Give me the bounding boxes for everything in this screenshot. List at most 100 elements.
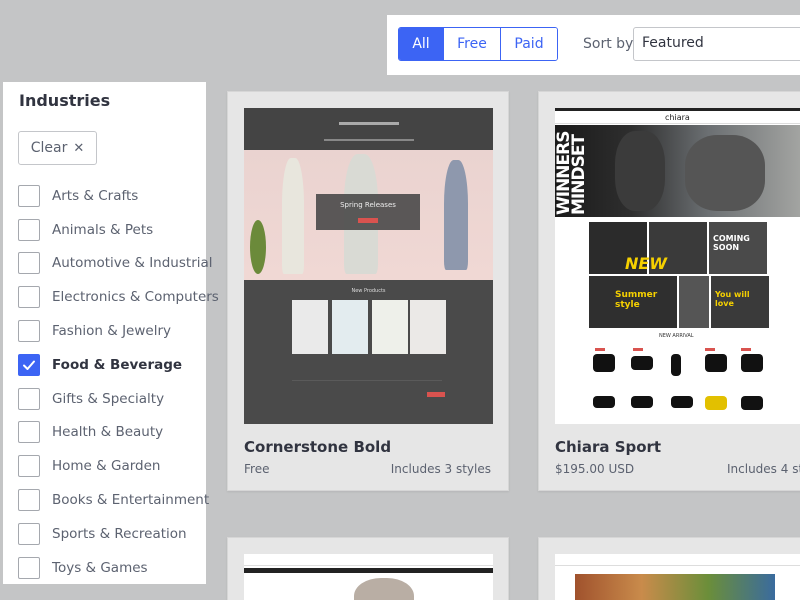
preview-section-title: NEW ARRIVAL xyxy=(659,333,694,339)
theme-card-cornerstone-bold[interactable]: Spring Releases New Products Cornerstone… xyxy=(227,91,509,491)
theme-price: $195.00 USD xyxy=(555,462,635,476)
preview-product xyxy=(593,396,615,408)
preview-hero: WINNERS MINDSET xyxy=(555,125,800,217)
preview-model-figure xyxy=(282,158,304,274)
preview-product xyxy=(741,354,763,372)
checkbox[interactable] xyxy=(18,252,40,275)
preview-tile: COMING SOON xyxy=(709,222,767,274)
filter-free-button[interactable]: Free xyxy=(444,28,501,60)
preview-product xyxy=(741,396,763,410)
industry-label: Electronics & Computers xyxy=(52,289,219,306)
theme-styles-count: Includes 3 styles xyxy=(390,462,491,476)
industry-filter-item[interactable]: Toys & Games xyxy=(18,551,219,585)
theme-card-chiara-sport[interactable]: chiara WINNERS MINDSET NEW COMING SOON S… xyxy=(538,91,800,491)
preview-logo: chiara xyxy=(665,113,690,122)
preview-header xyxy=(244,554,493,566)
clear-filters-button[interactable]: Clear ✕ xyxy=(18,131,97,165)
checkbox[interactable] xyxy=(18,522,40,545)
checkbox[interactable] xyxy=(18,556,40,579)
preview-product xyxy=(372,300,408,354)
preview-product-tag xyxy=(705,348,715,351)
preview-product xyxy=(705,396,727,410)
checkbox[interactable] xyxy=(18,353,40,376)
preview-product xyxy=(671,396,693,408)
checkbox[interactable] xyxy=(18,320,40,343)
theme-title[interactable]: Cornerstone Bold xyxy=(244,438,391,456)
preview-athlete-figure xyxy=(685,135,765,211)
industry-label: Animals & Pets xyxy=(52,221,154,238)
sidebar-title: Industries xyxy=(19,91,111,110)
filter-all-button[interactable]: All xyxy=(399,28,444,60)
checkbox[interactable] xyxy=(18,387,40,410)
filter-paid-button[interactable]: Paid xyxy=(501,28,557,60)
preview-tile: Summer style xyxy=(589,276,677,328)
industry-label: Arts & Crafts xyxy=(52,187,139,204)
industry-filter-item[interactable]: Home & Garden xyxy=(18,449,219,483)
preview-product xyxy=(631,396,653,408)
preview-nav xyxy=(244,568,493,573)
industry-filter-item[interactable]: Arts & Crafts xyxy=(18,179,219,213)
industry-label: Fashion & Jewelry xyxy=(52,323,171,340)
industry-label: Home & Garden xyxy=(52,458,161,475)
theme-styles-count: Includes 4 styles xyxy=(727,462,800,476)
industry-filter-item[interactable]: Food & Beverage xyxy=(18,348,219,382)
preview-tile-summer: Summer style xyxy=(615,290,658,310)
checkbox[interactable] xyxy=(18,455,40,478)
preview-tile-coming-soon: COMING SOON xyxy=(713,234,750,252)
theme-preview-image[interactable] xyxy=(555,554,800,600)
theme-preview-image[interactable] xyxy=(244,554,493,600)
checkbox[interactable] xyxy=(18,286,40,309)
preview-product xyxy=(705,354,727,372)
industry-list: Arts & Crafts Animals & Pets Automotive & … xyxy=(18,179,219,585)
checkbox[interactable] xyxy=(18,218,40,241)
theme-price: Free xyxy=(244,462,270,476)
theme-title[interactable]: Chiara Sport xyxy=(555,438,661,456)
preview-tile: You will love xyxy=(711,276,769,328)
checkbox[interactable] xyxy=(18,184,40,207)
sort-select[interactable]: Featured xyxy=(633,27,800,61)
industry-filter-item[interactable]: Gifts & Specialty xyxy=(18,382,219,416)
preview-model-figure xyxy=(354,578,414,600)
theme-card[interactable] xyxy=(227,537,509,600)
theme-preview-image[interactable]: chiara WINNERS MINDSET NEW COMING SOON S… xyxy=(555,108,800,424)
industry-filter-item[interactable]: Animals & Pets xyxy=(18,213,219,247)
preview-banner-button xyxy=(358,218,378,223)
preview-product xyxy=(332,300,368,354)
preview-banner: Spring Releases xyxy=(316,194,420,230)
industry-label: Gifts & Specialty xyxy=(52,390,165,407)
preview-product-tag xyxy=(741,348,751,351)
preview-product xyxy=(631,356,653,370)
preview-footer xyxy=(292,380,442,402)
preview-tile-love: You will love xyxy=(715,290,750,308)
industry-label: Food & Beverage xyxy=(52,356,183,373)
preview-top-bar xyxy=(555,108,800,111)
preview-products-section: New Products xyxy=(244,280,493,424)
industry-filter-item[interactable]: Books & Entertainment xyxy=(18,483,219,517)
preview-model-figure xyxy=(444,160,468,270)
preview-plant xyxy=(250,220,266,274)
preview-banner-text: Spring Releases xyxy=(340,201,396,209)
preview-product xyxy=(671,354,681,376)
industry-label: Sports & Recreation xyxy=(52,525,187,542)
preview-header xyxy=(244,108,493,150)
check-icon xyxy=(23,360,35,370)
preview-athlete-figure xyxy=(615,131,665,211)
theme-card[interactable] xyxy=(538,537,800,600)
industry-filter-item[interactable]: Sports & Recreation xyxy=(18,517,219,551)
industry-label: Books & Entertainment xyxy=(52,492,210,509)
preview-logo xyxy=(339,122,399,125)
checkbox[interactable] xyxy=(18,489,40,512)
price-filter-segmented-control: All Free Paid xyxy=(398,27,558,61)
checkbox[interactable] xyxy=(18,421,40,444)
preview-tile-new: NEW xyxy=(625,254,667,273)
preview-product-tag xyxy=(633,348,643,351)
industry-filter-item[interactable]: Health & Beauty xyxy=(18,416,219,450)
industry-filter-item[interactable]: Electronics & Computers xyxy=(18,280,219,314)
industry-filter-item[interactable]: Automotive & Industrial xyxy=(18,247,219,281)
preview-section-title: New Products xyxy=(351,288,386,294)
industry-filter-item[interactable]: Fashion & Jewelry xyxy=(18,314,219,348)
theme-preview-image[interactable]: Spring Releases New Products xyxy=(244,108,493,424)
preview-hero: Spring Releases xyxy=(244,150,493,280)
preview-header xyxy=(555,554,800,566)
preview-hero-text: WINNERS MINDSET xyxy=(555,131,589,215)
